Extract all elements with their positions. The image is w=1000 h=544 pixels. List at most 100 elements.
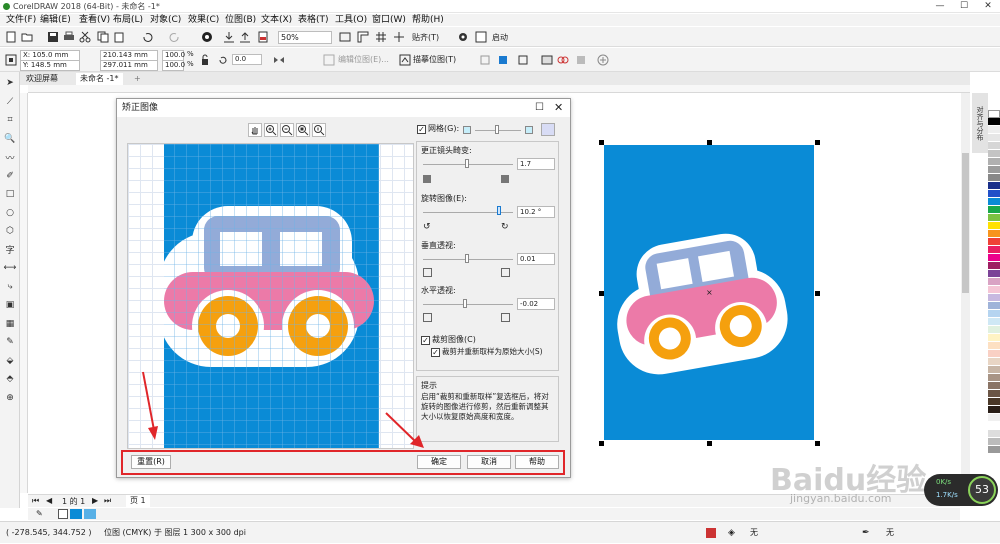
prev-page-icon[interactable]: ◀ xyxy=(46,496,52,505)
palette-swatch[interactable] xyxy=(988,438,1000,446)
scroll-thumb[interactable] xyxy=(962,153,969,293)
menu-item-3[interactable]: 布局(L) xyxy=(113,14,143,26)
save-icon[interactable] xyxy=(46,30,60,44)
palette-swatch[interactable] xyxy=(988,190,1000,198)
selection-handle[interactable] xyxy=(815,290,820,296)
palette-swatch[interactable] xyxy=(988,254,1000,262)
palette-swatch[interactable] xyxy=(988,182,1000,190)
drop-shadow-icon[interactable]: ▣ xyxy=(3,298,17,312)
ellipse-tool-icon[interactable]: ○ xyxy=(3,206,17,220)
print-icon[interactable] xyxy=(62,30,76,44)
edit-bitmap-icon[interactable] xyxy=(322,53,336,67)
palette-swatch[interactable] xyxy=(988,326,1000,334)
rotate-image-value[interactable]: 10.2 ° xyxy=(517,206,555,218)
first-page-icon[interactable]: ⏮ xyxy=(32,496,39,506)
palette-swatch[interactable] xyxy=(988,430,1000,438)
menu-item-0[interactable]: 文件(F) xyxy=(6,14,36,26)
menu-item-9[interactable]: 工具(O) xyxy=(335,14,367,26)
horizontal-perspective-thumb[interactable] xyxy=(463,299,467,308)
color-eyedropper-icon[interactable]: ✎ xyxy=(3,335,17,349)
tab-document[interactable]: 未命名 -1* xyxy=(76,73,123,85)
rulers-icon[interactable] xyxy=(356,30,370,44)
zoom-in-icon[interactable] xyxy=(264,123,278,137)
palette-swatch[interactable] xyxy=(988,206,1000,214)
y-position-field[interactable]: Y: 148.5 mm xyxy=(20,60,80,71)
vertical-perspective-value[interactable]: 0.01 xyxy=(517,253,555,265)
lens-distortion-thumb[interactable] xyxy=(465,159,469,168)
full-screen-icon[interactable] xyxy=(338,30,352,44)
options-gear-icon[interactable] xyxy=(456,30,470,44)
palette-swatch[interactable] xyxy=(988,142,1000,150)
palette-swatch[interactable] xyxy=(988,382,1000,390)
copy-icon[interactable] xyxy=(96,30,110,44)
menu-item-6[interactable]: 位图(B) xyxy=(225,14,256,26)
palette-swatch[interactable] xyxy=(988,158,1000,166)
palette-swatch[interactable] xyxy=(988,406,1000,414)
palette-swatch[interactable] xyxy=(988,118,1000,126)
palette-swatch[interactable] xyxy=(988,302,1000,310)
crop-tool-icon[interactable]: ⌗ xyxy=(3,113,17,127)
horizontal-perspective-slider[interactable] xyxy=(423,304,513,305)
palette-swatch[interactable] xyxy=(988,286,1000,294)
cut-icon[interactable] xyxy=(78,30,92,44)
bitmap-color-mask-icon[interactable] xyxy=(540,53,554,67)
palette-swatch[interactable] xyxy=(988,238,1000,246)
paste-icon[interactable] xyxy=(112,30,126,44)
eyedropper-icon[interactable]: ✎ xyxy=(36,509,43,518)
menu-item-10[interactable]: 窗口(W) xyxy=(372,14,406,26)
zoom-to-fit-icon[interactable] xyxy=(296,123,310,137)
snap-to-label[interactable]: 贴齐(T) xyxy=(412,32,439,43)
selection-handle[interactable] xyxy=(599,140,604,145)
import-icon[interactable] xyxy=(222,30,236,44)
add-tool-icon[interactable]: ⊕ xyxy=(3,391,17,405)
vertical-scrollbar[interactable] xyxy=(961,93,970,493)
search-content-icon[interactable] xyxy=(200,30,214,44)
palette-swatch[interactable] xyxy=(988,374,1000,382)
palette-swatch[interactable] xyxy=(988,414,1000,422)
scale-y-field[interactable]: 100.0 xyxy=(162,60,185,71)
trace-bitmap-icon[interactable] xyxy=(398,53,412,67)
help-button[interactable]: 帮助 xyxy=(515,455,559,469)
link-bitmap-icon[interactable] xyxy=(556,53,570,67)
selection-handle[interactable] xyxy=(707,140,712,145)
no-color-swatch[interactable] xyxy=(58,509,68,519)
publish-pdf-icon[interactable] xyxy=(256,30,270,44)
menu-item-11[interactable]: 帮助(H) xyxy=(412,14,444,26)
palette-swatch[interactable] xyxy=(988,366,1000,374)
palette-swatch[interactable] xyxy=(988,294,1000,302)
edit-bitmap-label[interactable]: 编辑位图(E)... xyxy=(338,54,389,65)
parallel-dimension-icon[interactable]: ⟷ xyxy=(3,261,17,275)
dialog-close-icon[interactable]: ✕ xyxy=(554,101,563,114)
angle-field[interactable]: 0.0 xyxy=(232,54,262,65)
doc-swatch-lightblue[interactable] xyxy=(84,509,96,519)
mirror-horizontal-icon[interactable] xyxy=(272,53,286,67)
palette-swatch[interactable] xyxy=(988,318,1000,326)
palette-swatch[interactable] xyxy=(988,134,1000,142)
palette-swatch[interactable] xyxy=(988,310,1000,318)
selection-handle[interactable] xyxy=(599,441,604,446)
palette-swatch[interactable] xyxy=(988,222,1000,230)
lens-distortion-value[interactable]: 1.7 xyxy=(517,158,555,170)
launch-icon[interactable] xyxy=(474,30,488,44)
grid-icon[interactable] xyxy=(374,30,388,44)
rectangle-tool-icon[interactable]: □ xyxy=(3,187,17,201)
palette-swatch[interactable] xyxy=(988,350,1000,358)
next-page-icon[interactable]: ▶ xyxy=(92,496,98,505)
selection-handle[interactable] xyxy=(815,140,820,145)
lock-ratio-icon[interactable] xyxy=(198,53,212,67)
crop-image-checkbox[interactable]: ✓ xyxy=(421,336,430,345)
transparency-tool-icon[interactable]: ▦ xyxy=(3,317,17,331)
bitmap-bounds-icon[interactable] xyxy=(516,53,530,67)
polygon-tool-icon[interactable]: ⬡ xyxy=(3,224,17,238)
resample-icon[interactable] xyxy=(496,53,510,67)
color-proof-icon[interactable] xyxy=(706,528,716,538)
guidelines-icon[interactable] xyxy=(392,30,406,44)
selection-handle[interactable] xyxy=(599,290,604,296)
grid-size-thumb[interactable] xyxy=(495,125,499,134)
menu-item-8[interactable]: 表格(T) xyxy=(298,14,329,26)
palette-swatch[interactable] xyxy=(988,262,1000,270)
artistic-media-icon[interactable]: ✐ xyxy=(3,169,17,183)
menu-item-7[interactable]: 文本(X) xyxy=(261,14,292,26)
redo-icon[interactable] xyxy=(168,30,182,44)
zoom-tool-icon[interactable]: 🔍 xyxy=(3,132,17,146)
